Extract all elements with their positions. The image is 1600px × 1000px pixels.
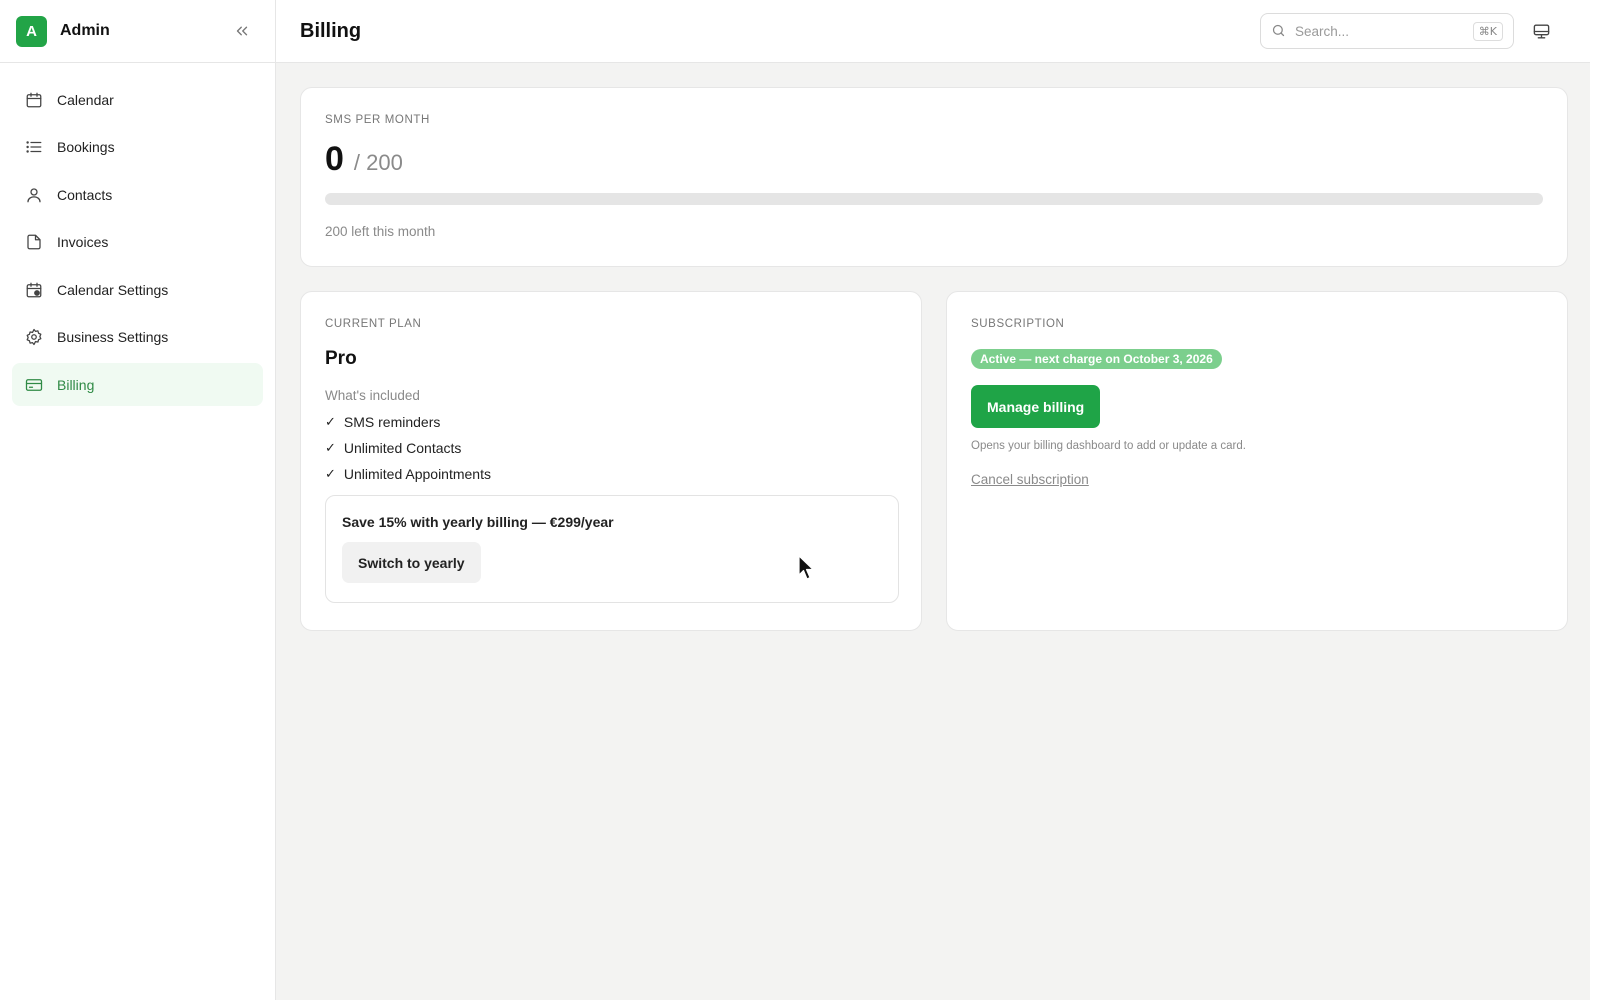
topbar: Billing ⌘K bbox=[276, 0, 1590, 63]
window-edge bbox=[1590, 0, 1600, 1000]
monitor-icon bbox=[1533, 23, 1549, 39]
sms-used-value: 0 bbox=[325, 140, 344, 178]
sidebar-item-label: Calendar bbox=[57, 91, 114, 108]
current-plan-card: CURRENT PLAN Pro What's included ✓ SMS re… bbox=[300, 291, 922, 631]
plan-card-label: CURRENT PLAN bbox=[325, 318, 422, 330]
sms-usage-card: SMS PER MONTH 0 / 200 200 left this mont… bbox=[300, 87, 1568, 267]
included-label: What's included bbox=[325, 388, 420, 403]
sidebar-item-label: Bookings bbox=[57, 139, 115, 155]
sidebar-nav: Calendar Bookings Contacts Invoices Cale… bbox=[0, 63, 275, 426]
check-icon: ✓ bbox=[325, 414, 336, 430]
calendar-settings-icon bbox=[24, 280, 44, 300]
sidebar-item-label: Invoices bbox=[57, 234, 109, 250]
gear-icon bbox=[24, 327, 44, 347]
sidebar-item-label: Contacts bbox=[57, 186, 113, 203]
sidebar-item-label: Business Settings bbox=[57, 329, 169, 345]
list-item: ✓ Unlimited Appointments bbox=[325, 461, 897, 487]
feature-label: Unlimited Contacts bbox=[343, 440, 462, 456]
sms-remaining-text: 200 left this month bbox=[325, 224, 436, 239]
feature-list: ✓ SMS reminders ✓ Unlimited Contacts ✓ Unli… bbox=[325, 409, 897, 487]
mouse-cursor-icon bbox=[798, 555, 814, 580]
search-input[interactable] bbox=[1295, 23, 1455, 39]
sms-progress-bar bbox=[325, 193, 1543, 205]
display-toggle-button[interactable] bbox=[1530, 20, 1552, 42]
credit-card-icon bbox=[24, 375, 44, 395]
manage-billing-hint: Opens your billing dashboard to add or u… bbox=[971, 440, 1246, 452]
avatar[interactable]: A bbox=[16, 15, 47, 47]
sidebar-item-calendar-settings[interactable]: Calendar Settings bbox=[12, 268, 263, 311]
status-badge: Active — next charge on October 3, 2026 bbox=[971, 349, 1222, 369]
sidebar-item-bookings[interactable]: Bookings bbox=[12, 126, 263, 169]
sidebar-header: A Admin bbox=[0, 0, 275, 63]
promo-text: Save 15% with yearly billing — €299/year bbox=[342, 514, 614, 530]
sidebar-item-invoices[interactable]: Invoices bbox=[12, 221, 263, 264]
subscription-card: SUBSCRIPTION Active — next charge on Oct… bbox=[946, 291, 1568, 631]
file-icon bbox=[24, 232, 44, 252]
yearly-promo-box: Save 15% with yearly billing — €299/year… bbox=[325, 495, 899, 603]
search-shortcut-badge: ⌘K bbox=[1472, 21, 1503, 41]
sms-total-value: / 200 bbox=[353, 150, 403, 175]
list-item: ✓ Unlimited Contacts bbox=[325, 435, 897, 461]
sidebar-item-business-settings[interactable]: Business Settings bbox=[12, 316, 263, 359]
sidebar: A Admin Calendar Bookings Contacts Invoi… bbox=[0, 0, 276, 1000]
sidebar-item-label: Calendar Settings bbox=[57, 281, 169, 298]
check-icon: ✓ bbox=[325, 440, 336, 456]
search-icon bbox=[1271, 23, 1287, 39]
user-icon bbox=[24, 185, 44, 205]
collapse-sidebar-button[interactable] bbox=[231, 20, 253, 42]
feature-label: Unlimited Appointments bbox=[343, 466, 491, 482]
manage-billing-button[interactable]: Manage billing bbox=[971, 385, 1101, 428]
sms-card-label: SMS PER MONTH bbox=[325, 114, 430, 126]
subscription-card-label: SUBSCRIPTION bbox=[971, 318, 1065, 330]
list-item: ✓ SMS reminders bbox=[325, 409, 897, 435]
chevrons-left-icon bbox=[236, 26, 248, 36]
cancel-subscription-link[interactable]: Cancel subscription bbox=[971, 472, 1089, 487]
list-icon bbox=[24, 137, 44, 157]
app-name: Admin bbox=[60, 22, 110, 39]
sidebar-item-calendar[interactable]: Calendar bbox=[12, 78, 263, 121]
sms-count: 0 / 200 bbox=[325, 140, 1543, 179]
search-box[interactable]: ⌘K bbox=[1260, 13, 1514, 49]
switch-to-yearly-button[interactable]: Switch to yearly bbox=[342, 542, 481, 583]
main-content: Billing ⌘K SMS PER MONTH 0 / 200 200 lef… bbox=[276, 0, 1590, 1000]
calendar-icon bbox=[24, 90, 44, 110]
sidebar-item-label: Billing bbox=[57, 376, 95, 393]
feature-label: SMS reminders bbox=[343, 414, 441, 430]
app-window: A Admin Calendar Bookings Contacts Invoi… bbox=[0, 0, 1590, 1000]
sidebar-item-billing[interactable]: Billing bbox=[12, 363, 263, 406]
check-icon: ✓ bbox=[325, 466, 336, 482]
page-title: Billing bbox=[300, 19, 362, 42]
plan-name: Pro bbox=[325, 348, 357, 369]
sidebar-item-contacts[interactable]: Contacts bbox=[12, 173, 263, 216]
